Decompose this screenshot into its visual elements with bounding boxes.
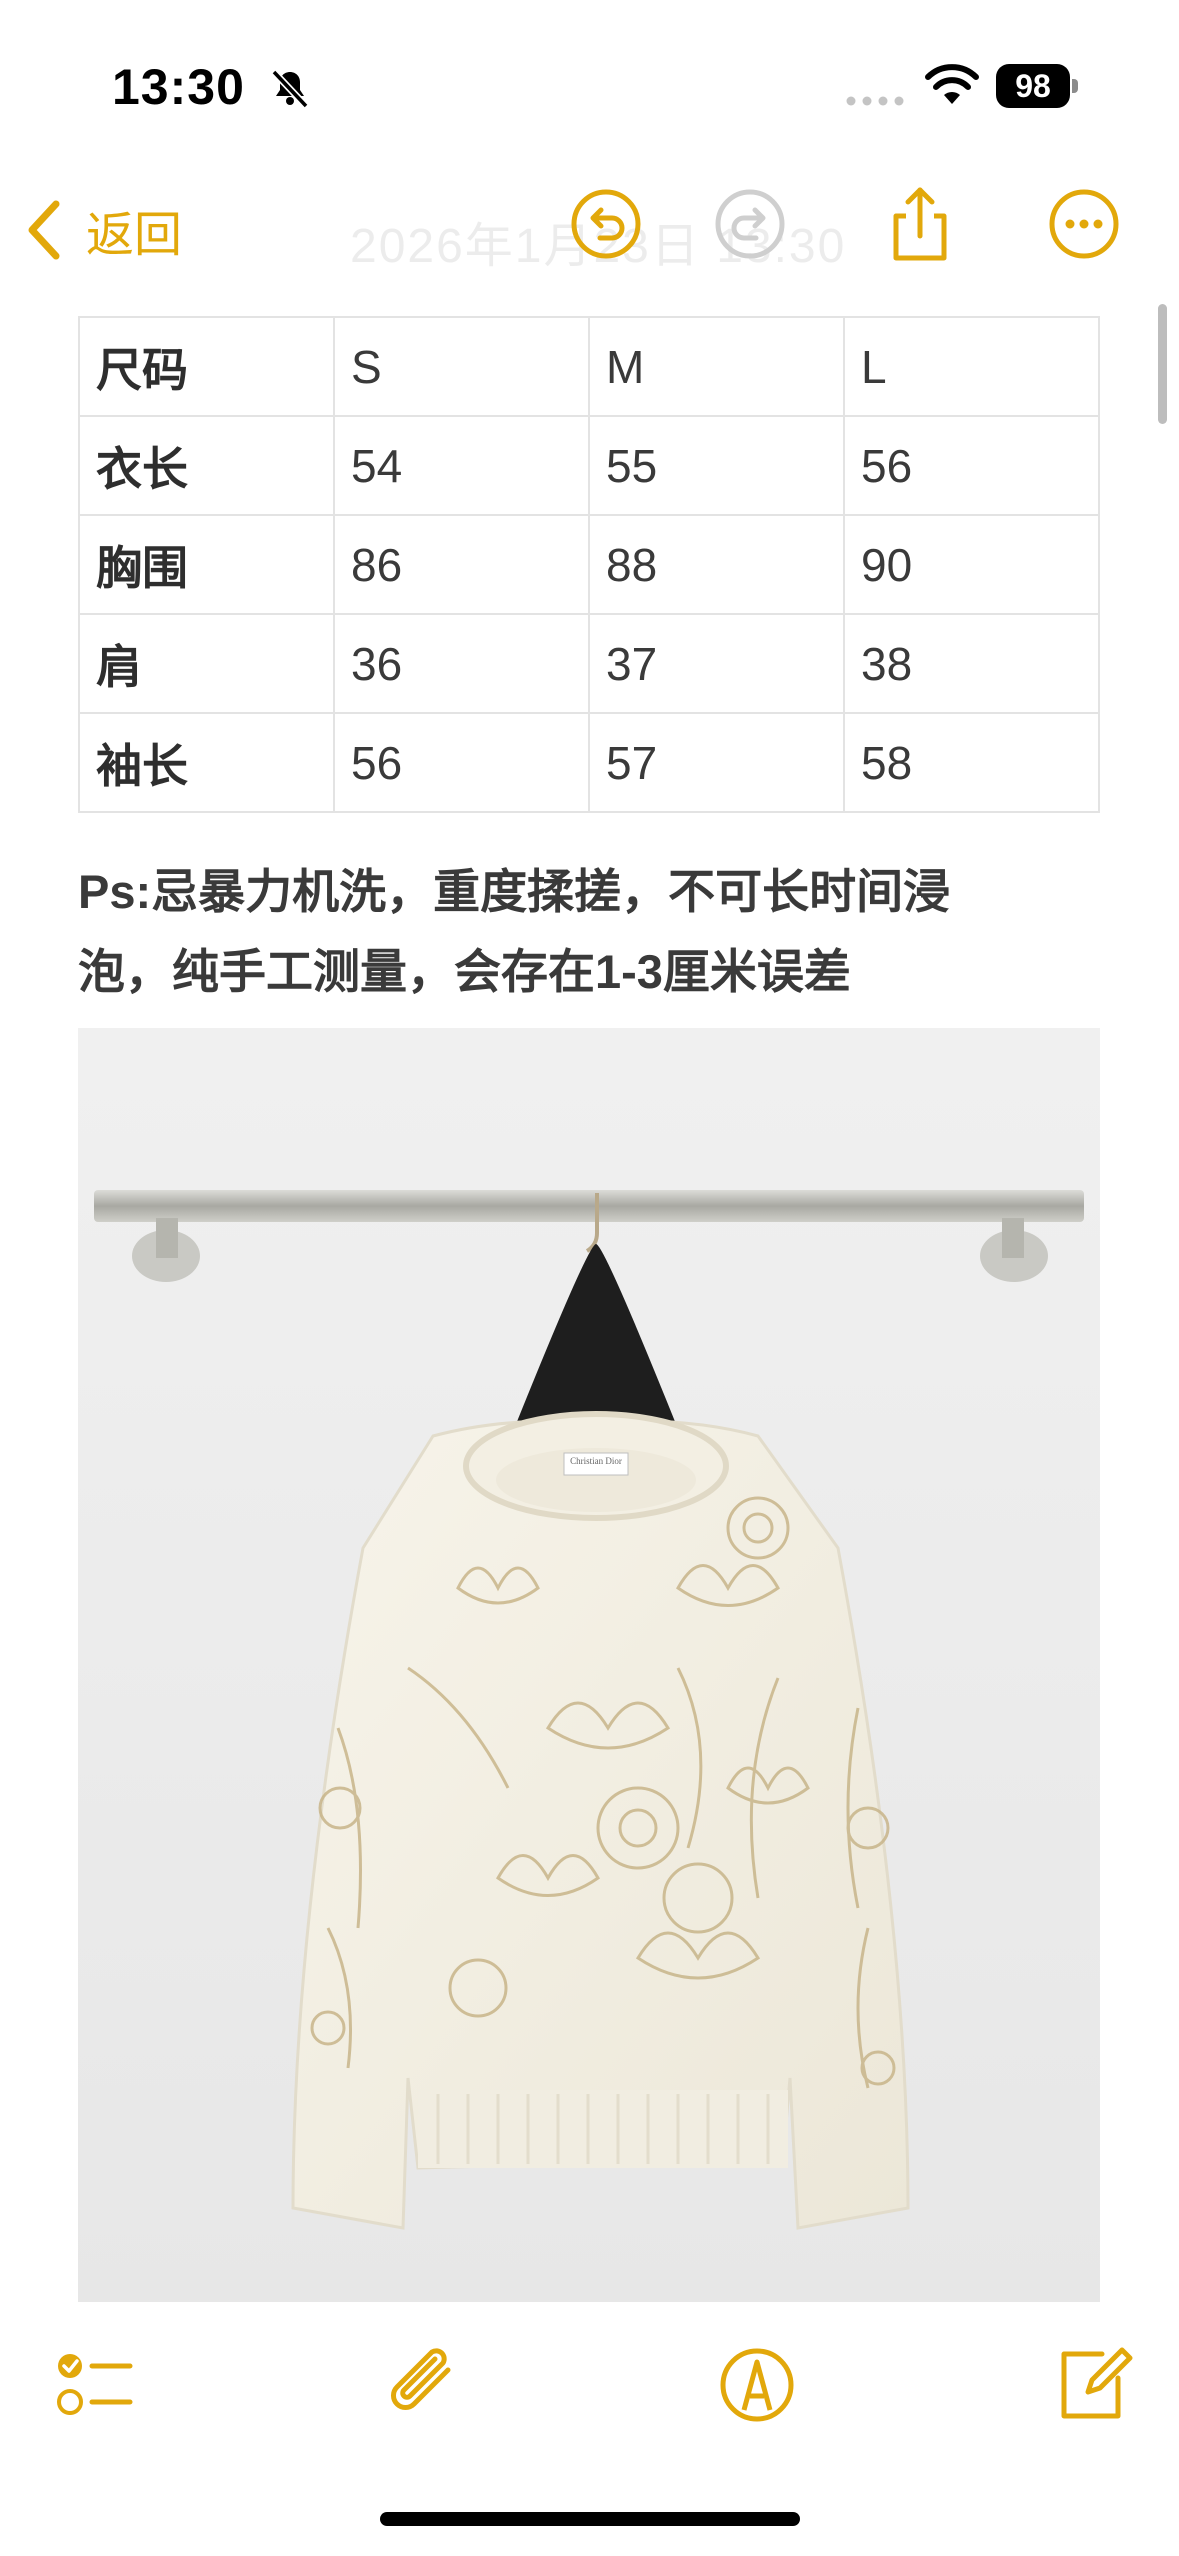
table-cell: 54 <box>332 415 590 516</box>
wifi-icon <box>925 64 979 104</box>
table-row: 肩 36 37 38 <box>78 613 1101 714</box>
battery-cap <box>1072 79 1078 93</box>
table-cell: 尺码 <box>78 316 335 417</box>
scrollbar[interactable] <box>1158 304 1167 424</box>
markup-icon[interactable] <box>712 2340 802 2430</box>
table-cell: 57 <box>587 712 845 813</box>
garment-label: Christian Dior <box>570 1456 622 1466</box>
table-cell: M <box>587 316 845 417</box>
back-button[interactable]: 返回 <box>24 190 182 270</box>
redo-icon[interactable] <box>710 184 790 264</box>
compose-icon[interactable] <box>1048 2340 1138 2430</box>
checklist-icon[interactable] <box>48 2340 138 2430</box>
note-line: Ps:忌暴力机洗，重度揉搓，不可长时间浸 <box>78 865 951 918</box>
table-cell: 袖长 <box>78 712 335 813</box>
table-cell: 58 <box>842 712 1101 813</box>
battery-level: 98 <box>1015 68 1051 104</box>
undo-icon[interactable] <box>566 184 646 264</box>
table-row: 尺码 S M L <box>78 316 1101 417</box>
note-line: 泡，纯手工测量，会存在1-3厘米误差 <box>78 945 851 998</box>
attachment-icon[interactable] <box>380 2340 470 2430</box>
more-options-icon[interactable] <box>1044 184 1124 264</box>
table-cell: L <box>842 316 1101 417</box>
table-cell: 肩 <box>78 613 335 714</box>
signal-dots-icon <box>846 96 904 106</box>
table-cell: 38 <box>842 613 1101 714</box>
table-cell: 36 <box>332 613 590 714</box>
sweater-illustration <box>78 1028 1100 2302</box>
note-text[interactable]: Ps:忌暴力机洗，重度揉搓，不可长时间浸 泡，纯手工测量，会存在1-3厘米误差 <box>78 852 1108 1012</box>
table-row: 胸围 86 88 90 <box>78 514 1101 615</box>
share-icon[interactable] <box>880 184 960 264</box>
home-indicator[interactable] <box>380 2512 800 2526</box>
table-cell: 56 <box>842 415 1101 516</box>
chevron-left-icon <box>28 200 60 260</box>
bell-slash-icon <box>271 69 309 109</box>
table-cell: S <box>332 316 590 417</box>
size-table: 尺码 S M L 衣长 54 55 56 胸围 86 88 90 肩 36 37 <box>78 316 1101 813</box>
product-photo[interactable]: Christian Dior <box>78 1028 1100 2302</box>
bottom-toolbar <box>0 2340 1179 2440</box>
table-cell: 86 <box>332 514 590 615</box>
notes-screen: 13:30 98 返回 2026年1月23日 13:30 尺码 S M L 衣长… <box>0 0 1179 2556</box>
table-cell: 56 <box>332 712 590 813</box>
table-cell: 90 <box>842 514 1101 615</box>
status-time: 13:30 <box>112 59 245 115</box>
table-cell: 55 <box>587 415 845 516</box>
table-cell: 衣长 <box>78 415 335 516</box>
table-cell: 88 <box>587 514 845 615</box>
table-row: 袖长 56 57 58 <box>78 712 1101 813</box>
table-cell: 37 <box>587 613 845 714</box>
battery-indicator: 98 <box>996 64 1078 108</box>
table-cell: 胸围 <box>78 514 335 615</box>
table-row: 衣长 54 55 56 <box>78 415 1101 516</box>
back-label: 返回 <box>86 209 183 262</box>
status-bar: 13:30 98 <box>0 0 1179 150</box>
navigation-bar: 返回 2026年1月23日 13:30 <box>0 170 1179 290</box>
